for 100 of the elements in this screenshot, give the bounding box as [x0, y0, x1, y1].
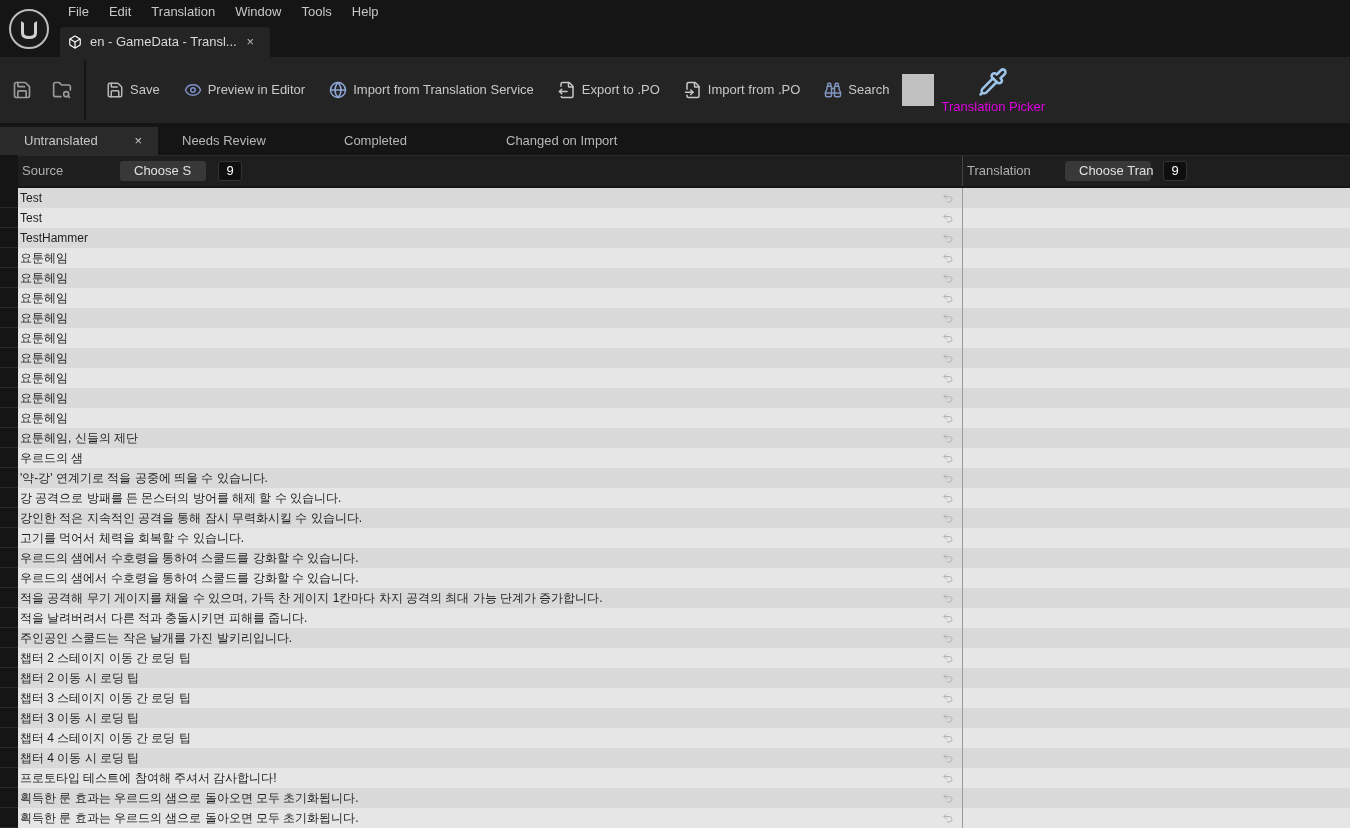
translation-cell[interactable] [963, 708, 1350, 728]
toolbar-button[interactable]: Export to .PO [557, 80, 660, 100]
translation-cell[interactable] [963, 608, 1350, 628]
undo-icon[interactable] [942, 232, 954, 244]
translation-cell[interactable] [963, 448, 1350, 468]
translation-cell[interactable] [963, 208, 1350, 228]
undo-icon[interactable] [942, 672, 954, 684]
translation-picker-button[interactable]: Translation Picker [941, 63, 1046, 117]
translation-cell[interactable] [963, 668, 1350, 688]
source-cell[interactable]: 요툰헤임 [18, 408, 963, 428]
choose-culture-button[interactable]: Choose Tran [1065, 160, 1151, 181]
translation-cell[interactable] [963, 288, 1350, 308]
translation-cell[interactable] [963, 588, 1350, 608]
source-cell[interactable]: 우르드의 샘에서 수호령을 통하여 스쿨드를 강화할 수 있습니다. [18, 568, 963, 588]
undo-icon[interactable] [942, 812, 954, 824]
undo-icon[interactable] [942, 472, 954, 484]
close-button[interactable]: × [246, 32, 254, 52]
tab[interactable]: Needs Review [158, 126, 320, 155]
undo-icon[interactable] [942, 352, 954, 364]
undo-icon[interactable] [942, 752, 954, 764]
source-cell[interactable]: TestHammer [18, 228, 963, 248]
translation-cell[interactable] [963, 648, 1350, 668]
save-icon[interactable] [12, 79, 32, 100]
translation-cell[interactable] [963, 508, 1350, 528]
close-button[interactable]: × [134, 131, 142, 151]
undo-icon[interactable] [942, 452, 954, 464]
undo-icon[interactable] [942, 612, 954, 624]
source-cell[interactable]: 적을 공격해 무기 게이지를 채울 수 있으며, 가득 찬 게이지 1칸마다 차지 공격의 최대 가능 단계가 증가합니다. [18, 588, 963, 608]
undo-icon[interactable] [942, 592, 954, 604]
source-cell[interactable]: 주인공인 스쿨드는 작은 날개를 가진 발키리입니다. [18, 628, 963, 648]
undo-icon[interactable] [942, 532, 954, 544]
source-cell[interactable]: 강인한 적은 지속적인 공격을 통해 잠시 무력화시킬 수 있습니다. [18, 508, 963, 528]
source-cell[interactable]: 요툰헤임 [18, 388, 963, 408]
color-swatch[interactable] [901, 73, 934, 106]
undo-icon[interactable] [942, 372, 954, 384]
translation-cell[interactable] [963, 568, 1350, 588]
source-cell[interactable]: 요툰헤임 [18, 248, 963, 268]
menu-item[interactable]: Tools [291, 1, 342, 22]
undo-icon[interactable] [942, 252, 954, 264]
undo-icon[interactable] [942, 732, 954, 744]
source-cell[interactable]: 챕터 4 이동 시 로딩 팁 [18, 748, 963, 768]
menu-item[interactable]: Window [225, 1, 292, 22]
folder-search-icon[interactable] [52, 79, 72, 100]
source-cell[interactable]: 우르드의 샘 [18, 448, 963, 468]
toolbar-button[interactable]: Import from .PO [683, 80, 801, 100]
source-cell[interactable]: 요툰헤임, 신들의 제단 [18, 428, 963, 448]
source-cell[interactable]: 적을 날려버려서 다른 적과 충돌시키면 피해를 줍니다. [18, 608, 963, 628]
toolbar-button[interactable]: Import from Translation Service [329, 80, 534, 100]
undo-icon[interactable] [942, 492, 954, 504]
source-cell[interactable]: 요툰헤임 [18, 288, 963, 308]
translation-cell[interactable] [963, 548, 1350, 568]
source-cell[interactable]: '약-강' 연계기로 적을 공중에 띄울 수 있습니다. [18, 468, 963, 488]
undo-icon[interactable] [942, 312, 954, 324]
translation-cell[interactable] [963, 328, 1350, 348]
translation-cell[interactable] [963, 808, 1350, 828]
translation-cell[interactable] [963, 308, 1350, 328]
translation-cell[interactable] [963, 268, 1350, 288]
source-cell[interactable]: 요툰헤임 [18, 308, 963, 328]
translation-cell[interactable] [963, 628, 1350, 648]
source-cell[interactable]: Test [18, 188, 963, 208]
source-cell[interactable]: 우르드의 샘에서 수호령을 통하여 스쿨드를 강화할 수 있습니다. [18, 548, 963, 568]
menu-item[interactable]: File [58, 1, 99, 22]
source-cell[interactable]: 요툰헤임 [18, 268, 963, 288]
translation-cell[interactable] [963, 368, 1350, 388]
translation-cell[interactable] [963, 468, 1350, 488]
tab[interactable]: Untranslated × [0, 126, 158, 155]
translation-cell[interactable] [963, 768, 1350, 788]
translation-cell[interactable] [963, 748, 1350, 768]
source-cell[interactable]: 챕터 4 스테이지 이동 간 로딩 팁 [18, 728, 963, 748]
undo-icon[interactable] [942, 512, 954, 524]
tab[interactable]: Changed on Import [482, 126, 644, 155]
source-cell[interactable]: 챕터 2 스테이지 이동 간 로딩 팁 [18, 648, 963, 668]
source-cell[interactable]: 획득한 룬 효과는 우르드의 샘으로 돌아오면 모두 초기화됩니다. [18, 788, 963, 808]
toolbar-button[interactable]: Preview in Editor [183, 80, 306, 100]
undo-icon[interactable] [942, 412, 954, 424]
source-cell[interactable]: Test [18, 208, 963, 228]
undo-icon[interactable] [942, 332, 954, 344]
undo-icon[interactable] [942, 552, 954, 564]
undo-icon[interactable] [942, 432, 954, 444]
source-cell[interactable]: 요툰헤임 [18, 368, 963, 388]
toolbar-button[interactable]: Save [106, 80, 160, 100]
tab[interactable]: Completed [320, 126, 482, 155]
menu-item[interactable]: Help [341, 1, 389, 22]
undo-icon[interactable] [942, 272, 954, 284]
document-tab[interactable]: en - GameData - Transl... × [60, 27, 270, 57]
source-cell[interactable]: 요툰헤임 [18, 348, 963, 368]
undo-icon[interactable] [942, 212, 954, 224]
translation-cell[interactable] [963, 348, 1350, 368]
translation-cell[interactable] [963, 488, 1350, 508]
logo-icon[interactable] [8, 7, 50, 50]
undo-icon[interactable] [942, 792, 954, 804]
translation-cell[interactable] [963, 188, 1350, 208]
translation-cell[interactable] [963, 428, 1350, 448]
toolbar-button[interactable]: Search [824, 80, 890, 100]
translation-cell[interactable] [963, 528, 1350, 548]
source-cell[interactable]: 요툰헤임 [18, 328, 963, 348]
undo-icon[interactable] [942, 712, 954, 724]
translation-cell[interactable] [963, 788, 1350, 808]
undo-icon[interactable] [942, 572, 954, 584]
font-size-field[interactable]: 9 [1163, 160, 1187, 181]
